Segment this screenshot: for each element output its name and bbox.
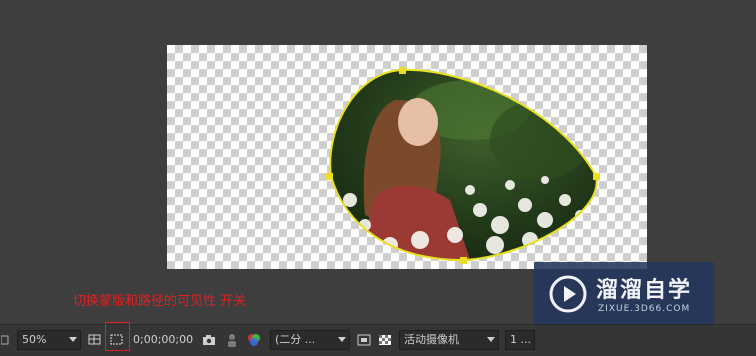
play-logo-icon: [549, 275, 587, 313]
camera-value: 活动摄像机: [404, 333, 459, 346]
person-icon[interactable]: [224, 330, 240, 350]
zoom-dropdown[interactable]: 50%: [17, 330, 81, 350]
mask-toggle-highlight: [105, 322, 130, 351]
zoom-value: 50%: [22, 333, 47, 346]
watermark-logo: 溜溜自学 ZIXUE.3D66.COM: [534, 262, 714, 326]
camera-icon[interactable]: [200, 330, 218, 350]
views-dropdown[interactable]: 1 ...: [505, 330, 535, 350]
annotation-label: 切换蒙版和路径的可见性 开关: [73, 294, 247, 309]
chevron-down-icon: [69, 337, 77, 342]
resolution-dropdown[interactable]: (二分 ...: [270, 330, 350, 350]
mask-vertex-bottom[interactable]: [460, 257, 467, 264]
resolution-value: (二分 ...: [275, 333, 316, 346]
transparency-grid-icon[interactable]: [376, 330, 394, 350]
timecode-display[interactable]: 0;00;00;00: [133, 330, 195, 350]
mask-vertex-right[interactable]: [593, 173, 600, 180]
color-channels-icon[interactable]: [244, 330, 264, 350]
mask-vertex-top[interactable]: [399, 67, 406, 74]
camera-dropdown[interactable]: 活动摄像机: [399, 330, 499, 350]
grid-icon[interactable]: [86, 330, 104, 350]
masked-photo: [330, 69, 597, 260]
toolbar-left-edge-button[interactable]: [0, 330, 10, 350]
chevron-down-icon: [487, 337, 495, 342]
chevron-down-icon: [338, 337, 346, 342]
watermark-url: ZIXUE.3D66.COM: [598, 304, 691, 314]
mask-vertex-left[interactable]: [326, 173, 333, 180]
watermark-title: 溜溜自学: [596, 278, 693, 303]
fast-preview-icon[interactable]: [355, 330, 373, 350]
views-value: 1 ...: [510, 333, 531, 346]
